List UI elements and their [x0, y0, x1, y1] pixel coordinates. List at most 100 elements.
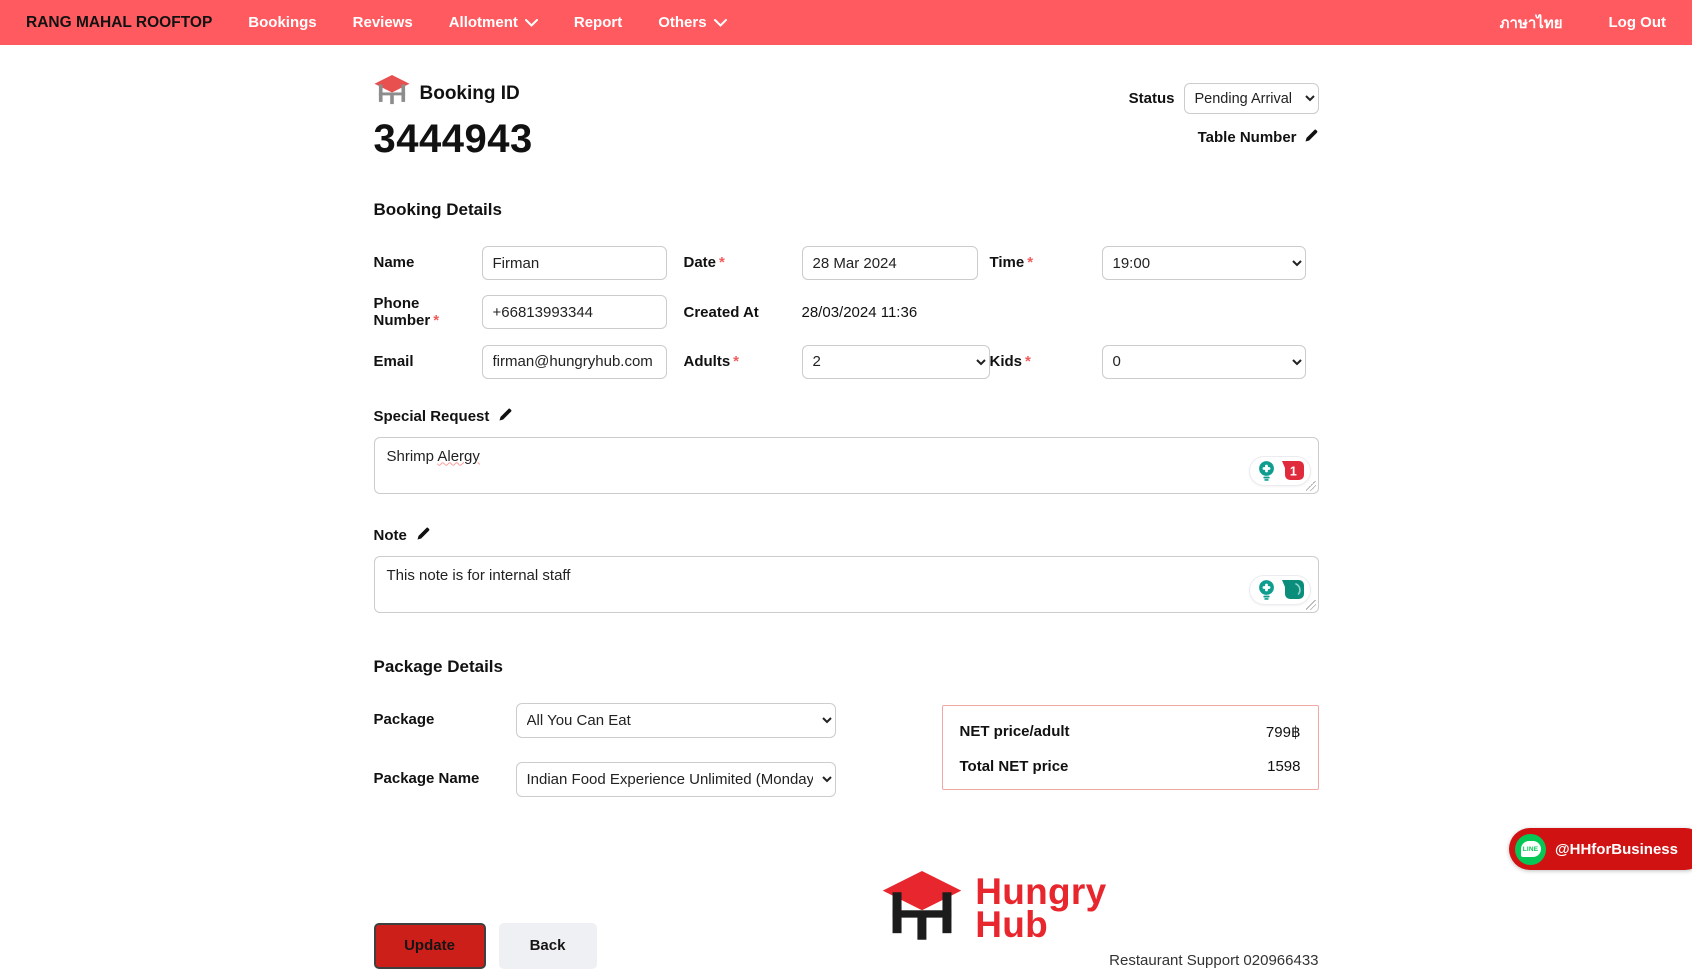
package-label: Package — [374, 711, 516, 728]
label-text: Phone Number — [374, 295, 431, 329]
note-textarea[interactable]: This note is for internal staff — [374, 556, 1319, 613]
line-icon: LINE — [1515, 834, 1546, 865]
special-request-textarea[interactable]: Shrimp Alergy 1 — [374, 437, 1319, 494]
special-request-text: Shrimp — [387, 448, 438, 465]
note-icon-pill — [1249, 575, 1311, 605]
table-logo-icon — [374, 75, 410, 113]
table-logo-icon — [881, 871, 963, 948]
nav-item-label: Reviews — [353, 14, 413, 31]
booking-details-section: Booking Details Name Date* Time* 19:00 P… — [374, 200, 1319, 613]
status-select[interactable]: Pending Arrival — [1184, 83, 1319, 114]
edit-pencil-icon[interactable] — [498, 407, 513, 426]
booking-id-title-row: Booking ID — [374, 75, 533, 113]
email-input[interactable] — [482, 345, 667, 379]
package-name-select[interactable]: Indian Food Experience Unlimited (Monday — [516, 762, 836, 797]
suggestion-lightbulb-icon[interactable] — [1256, 579, 1277, 601]
net-price-box: NET price/adult 799฿ Total NET price 159… — [942, 705, 1319, 790]
required-marker: * — [719, 254, 725, 271]
note-label-row: Note — [374, 526, 1319, 545]
chevron-down-icon — [525, 19, 538, 27]
status-label: Status — [1129, 90, 1175, 107]
hungryhub-logo-text: Hungry Hub — [975, 876, 1106, 941]
table-number-label: Table Number — [1198, 129, 1297, 146]
special-request-label-row: Special Request — [374, 407, 1319, 426]
update-button[interactable]: Update — [374, 923, 486, 969]
name-input[interactable] — [482, 246, 667, 280]
line-badge-label: @HHforBusiness — [1555, 841, 1678, 858]
special-request-block: Special Request Shrimp Alergy — [374, 407, 1319, 494]
booking-id-block: Booking ID 3444943 — [374, 75, 533, 162]
total-net-price-row: Total NET price 1598 — [960, 758, 1301, 775]
net-price-adult-value: 799฿ — [1266, 723, 1301, 741]
booking-details-form: Name Date* Time* 19:00 Phone Number* Cre… — [374, 246, 1319, 379]
label-text: Created At — [684, 304, 759, 321]
restaurant-brand[interactable]: RANG MAHAL ROOFTOP — [26, 14, 212, 32]
logout-link[interactable]: Log Out — [1609, 14, 1666, 31]
note-label: Note — [374, 527, 407, 544]
comment-count-badge[interactable]: 1 — [1280, 459, 1304, 483]
label-text: Date — [684, 254, 717, 271]
table-number-row: Table Number — [1129, 128, 1319, 147]
label-text: Kids — [990, 353, 1023, 370]
nav-item-allotment[interactable]: Allotment — [449, 14, 538, 31]
edit-pencil-icon[interactable] — [416, 526, 431, 545]
note-block: Note This note is for internal staff — [374, 526, 1319, 613]
chat-bubble-icon[interactable] — [1280, 578, 1304, 602]
nav-item-others[interactable]: Others — [658, 14, 726, 31]
resize-handle-icon[interactable] — [1306, 600, 1316, 610]
date-label: Date* — [684, 254, 802, 271]
booking-details-title: Booking Details — [374, 200, 1319, 220]
booking-id-label: Booking ID — [420, 83, 520, 105]
chevron-down-icon — [714, 19, 727, 27]
package-body: Package All You Can Eat Package Name Ind… — [374, 703, 1319, 821]
nav-item-label: Others — [658, 14, 706, 31]
total-net-price-label: Total NET price — [960, 758, 1069, 775]
package-row: Package All You Can Eat — [374, 703, 942, 738]
package-name-label: Package Name — [374, 770, 516, 787]
restaurant-support-text: Restaurant Support 020966433 — [1109, 952, 1318, 969]
nav-item-label: Report — [574, 14, 622, 31]
edit-pencil-icon[interactable] — [1304, 128, 1319, 147]
kids-select[interactable]: 0 — [1102, 345, 1306, 379]
special-request-icon-pill: 1 — [1249, 456, 1311, 486]
created-at-label: Created At — [684, 304, 802, 321]
net-price-adult-label: NET price/adult — [960, 723, 1070, 741]
nav-item-label: Allotment — [449, 14, 518, 31]
email-label: Email — [374, 353, 482, 370]
nav-item-report[interactable]: Report — [574, 14, 622, 31]
package-name-row: Package Name Indian Food Experience Unli… — [374, 762, 942, 797]
name-label: Name — [374, 254, 482, 271]
back-button[interactable]: Back — [499, 923, 597, 969]
action-buttons: Update Back — [374, 923, 597, 969]
booking-header: Booking ID 3444943 Status Pending Arriva… — [374, 75, 1319, 162]
package-select[interactable]: All You Can Eat — [516, 703, 836, 738]
created-at-value: 28/03/2024 11:36 — [802, 304, 1306, 321]
phone-input[interactable] — [482, 295, 667, 329]
package-details-title: Package Details — [374, 657, 1319, 677]
top-navbar: RANG MAHAL ROOFTOP Bookings Reviews Allo… — [0, 0, 1692, 45]
package-fields: Package All You Can Eat Package Name Ind… — [374, 703, 942, 821]
label-text: Email — [374, 353, 414, 370]
package-details-section: Package Details Package All You Can Eat … — [374, 657, 1319, 821]
line-icon-bubble: LINE — [1521, 841, 1541, 857]
booking-id-value: 3444943 — [374, 117, 533, 162]
label-text: Time — [990, 254, 1025, 271]
note-text: This note is for internal staff — [387, 567, 571, 584]
adults-label: Adults* — [684, 353, 802, 370]
language-toggle[interactable]: ภาษาไทย — [1500, 11, 1563, 35]
nav-item-reviews[interactable]: Reviews — [353, 14, 413, 31]
net-price-adult-row: NET price/adult 799฿ — [960, 723, 1301, 741]
phone-label: Phone Number* — [374, 295, 482, 330]
time-label: Time* — [990, 254, 1102, 271]
line-chat-badge[interactable]: LINE @HHforBusiness — [1509, 828, 1692, 870]
resize-handle-icon[interactable] — [1306, 481, 1316, 491]
required-marker: * — [433, 312, 439, 329]
special-request-label: Special Request — [374, 408, 490, 425]
time-select[interactable]: 19:00 — [1102, 246, 1306, 280]
date-input[interactable] — [802, 246, 978, 280]
suggestion-lightbulb-icon[interactable] — [1256, 460, 1277, 482]
label-text: Name — [374, 254, 415, 271]
adults-select[interactable]: 2 — [802, 345, 990, 379]
total-net-price-value: 1598 — [1267, 758, 1300, 775]
nav-item-bookings[interactable]: Bookings — [248, 14, 316, 31]
